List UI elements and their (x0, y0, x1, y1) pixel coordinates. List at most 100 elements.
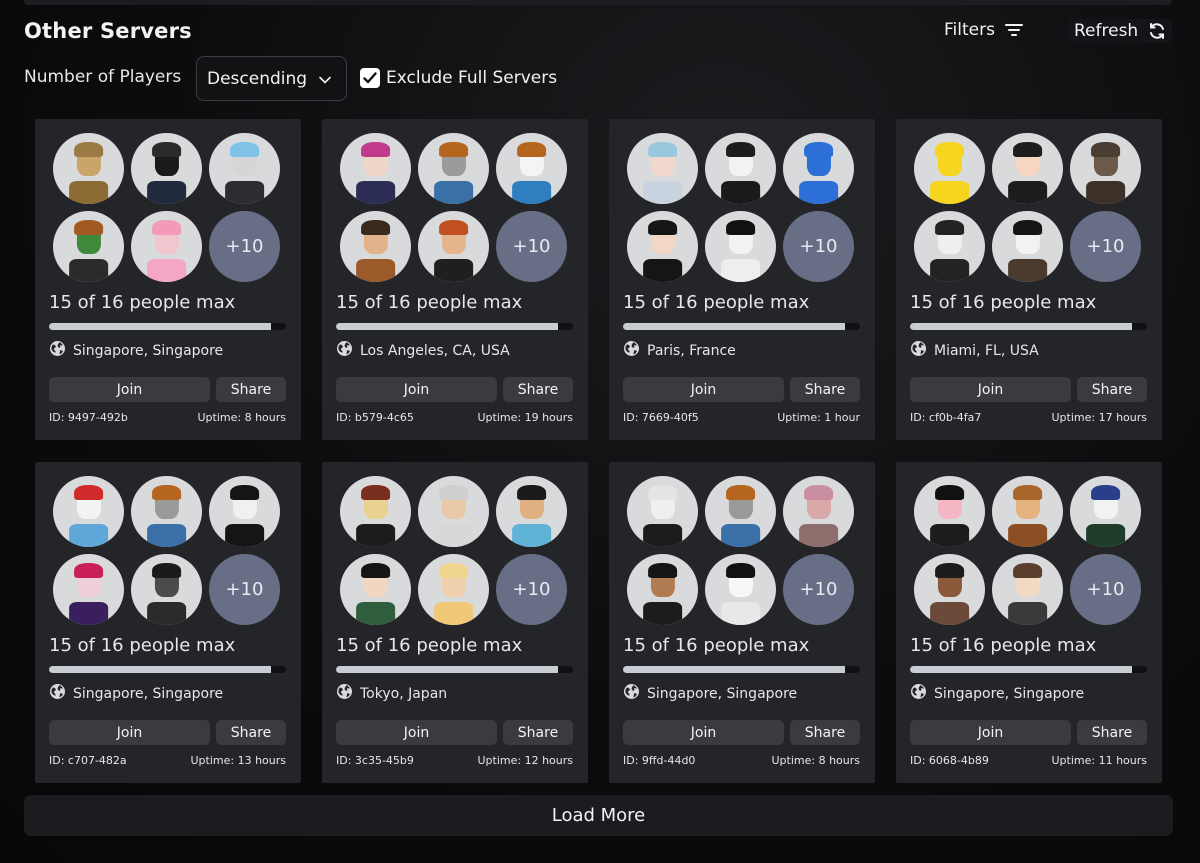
player-avatar[interactable] (914, 211, 985, 282)
join-button[interactable]: Join (336, 720, 497, 745)
server-id: ID: cf0b-4fa7 (910, 411, 982, 424)
player-avatar[interactable] (418, 211, 489, 282)
capacity-bar (623, 323, 860, 330)
more-players-count: +10 (1070, 211, 1141, 282)
player-count: 15 of 16 people max (336, 635, 523, 656)
player-avatars: +10 (340, 476, 567, 625)
join-button[interactable]: Join (49, 377, 210, 402)
player-avatar[interactable] (783, 133, 854, 204)
join-button[interactable]: Join (623, 720, 784, 745)
player-avatar[interactable] (53, 476, 124, 547)
player-avatar[interactable] (418, 554, 489, 625)
player-avatar[interactable] (627, 554, 698, 625)
join-button[interactable]: Join (49, 720, 210, 745)
player-avatar[interactable] (914, 554, 985, 625)
top-divider (24, 0, 1172, 5)
player-avatar[interactable] (53, 133, 124, 204)
player-avatar[interactable] (209, 476, 280, 547)
player-avatar[interactable] (418, 133, 489, 204)
join-button[interactable]: Join (910, 377, 1071, 402)
globe-icon (910, 340, 927, 361)
sort-order-value: Descending (207, 68, 308, 89)
join-button[interactable]: Join (910, 720, 1071, 745)
globe-icon (336, 340, 353, 361)
server-uptime: Uptime: 11 hours (1051, 754, 1147, 767)
load-more-button[interactable]: Load More (24, 795, 1173, 836)
player-avatar[interactable] (627, 133, 698, 204)
share-button[interactable]: Share (790, 720, 860, 745)
join-button[interactable]: Join (623, 377, 784, 402)
sort-label: Number of Players (24, 67, 182, 87)
share-button[interactable]: Share (790, 377, 860, 402)
player-avatar[interactable] (627, 476, 698, 547)
globe-icon (910, 683, 927, 704)
player-avatar[interactable] (131, 211, 202, 282)
player-avatar[interactable] (627, 211, 698, 282)
player-avatar[interactable] (209, 133, 280, 204)
player-avatar[interactable] (992, 133, 1063, 204)
player-avatar[interactable] (340, 211, 411, 282)
player-avatars: +10 (627, 133, 854, 282)
player-avatar[interactable] (418, 476, 489, 547)
player-avatar[interactable] (783, 476, 854, 547)
server-id: ID: c707-482a (49, 754, 127, 767)
server-location: Paris, France (623, 340, 736, 361)
server-uptime: Uptime: 19 hours (477, 411, 573, 424)
share-button[interactable]: Share (503, 720, 573, 745)
chevron-down-icon (319, 69, 331, 89)
join-button[interactable]: Join (336, 377, 497, 402)
filters-button[interactable]: Filters (944, 20, 1023, 40)
location-label: Singapore, Singapore (73, 342, 224, 359)
player-avatar[interactable] (1070, 133, 1141, 204)
player-avatar[interactable] (496, 133, 567, 204)
share-button[interactable]: Share (216, 720, 286, 745)
player-avatar[interactable] (705, 554, 776, 625)
capacity-bar-fill (336, 666, 559, 673)
location-label: Singapore, Singapore (647, 685, 798, 702)
player-avatars: +10 (340, 133, 567, 282)
player-avatar[interactable] (992, 554, 1063, 625)
player-avatar[interactable] (340, 476, 411, 547)
player-avatar[interactable] (53, 211, 124, 282)
player-avatar[interactable] (914, 476, 985, 547)
filters-label: Filters (944, 20, 995, 40)
player-avatar[interactable] (131, 476, 202, 547)
refresh-button[interactable]: Refresh (1068, 19, 1173, 43)
player-avatar[interactable] (705, 211, 776, 282)
share-button[interactable]: Share (1077, 720, 1147, 745)
share-button[interactable]: Share (216, 377, 286, 402)
server-id: ID: 3c35-45b9 (336, 754, 414, 767)
player-avatar[interactable] (340, 554, 411, 625)
player-avatar[interactable] (496, 476, 567, 547)
player-avatars: +10 (914, 476, 1141, 625)
player-avatar[interactable] (914, 133, 985, 204)
server-id: ID: 9497-492b (49, 411, 128, 424)
server-location: Singapore, Singapore (49, 683, 223, 704)
server-id: ID: b579-4c65 (336, 411, 414, 424)
player-avatar[interactable] (705, 476, 776, 547)
player-avatar[interactable] (705, 133, 776, 204)
location-label: Miami, FL, USA (934, 342, 1039, 359)
player-count: 15 of 16 people max (49, 635, 236, 656)
server-location: Singapore, Singapore (910, 683, 1084, 704)
player-avatar[interactable] (131, 133, 202, 204)
filter-icon (1004, 23, 1023, 37)
share-button[interactable]: Share (1077, 377, 1147, 402)
share-button[interactable]: Share (503, 377, 573, 402)
globe-icon (49, 683, 66, 704)
location-label: Singapore, Singapore (934, 685, 1085, 702)
server-card: +10 15 of 16 people max Paris, France Join S… (609, 119, 875, 440)
player-avatar[interactable] (131, 554, 202, 625)
player-avatar[interactable] (992, 211, 1063, 282)
player-count: 15 of 16 people max (910, 292, 1097, 313)
sort-order-select[interactable]: Descending (196, 56, 347, 101)
exclude-full-servers-toggle[interactable]: Exclude Full Servers (360, 68, 557, 88)
server-id: ID: 7669-40f5 (623, 411, 699, 424)
player-avatars: +10 (53, 133, 280, 282)
player-avatar[interactable] (1070, 476, 1141, 547)
player-avatar[interactable] (340, 133, 411, 204)
section-title: Other Servers (24, 19, 192, 43)
player-avatar[interactable] (53, 554, 124, 625)
player-avatar[interactable] (992, 476, 1063, 547)
exclude-full-checkbox[interactable] (360, 68, 380, 88)
